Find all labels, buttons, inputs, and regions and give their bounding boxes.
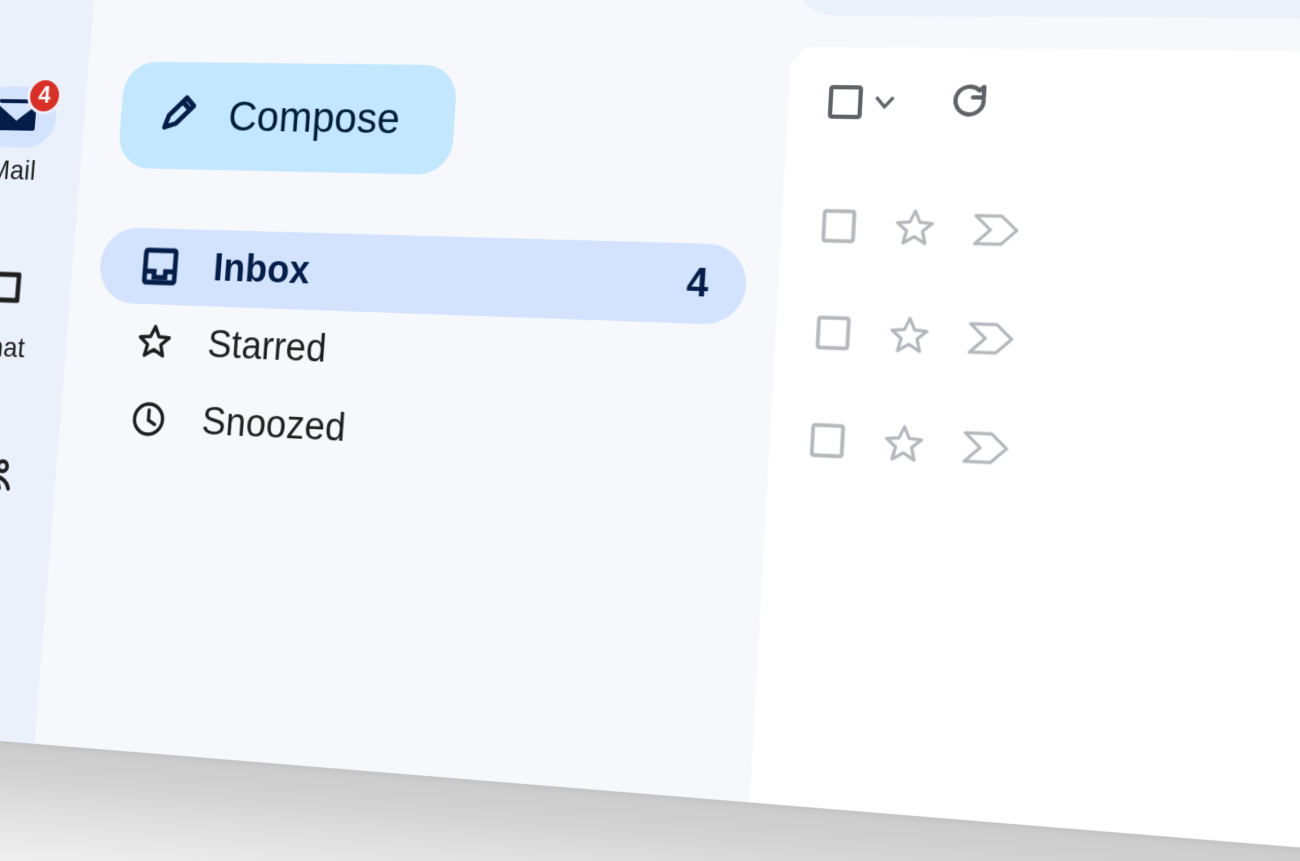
message-list [749, 46, 1300, 860]
spaces-icon [0, 447, 15, 495]
folder-label: Snoozed [200, 399, 700, 467]
row-star[interactable] [886, 312, 932, 362]
refresh-button[interactable] [948, 80, 991, 126]
rail-item-mail[interactable]: 4 Mail [0, 86, 59, 187]
row-importance[interactable] [972, 212, 1022, 251]
rail-item-label: Chat [0, 330, 26, 364]
row-importance[interactable] [967, 320, 1017, 360]
rail-item-spaces[interactable] [0, 438, 30, 504]
list-toolbar [826, 78, 1300, 134]
unread-badge: 4 [26, 77, 63, 115]
row-checkbox[interactable] [820, 207, 858, 249]
app-window: 4 Mail Chat [0, 0, 1300, 861]
row-star[interactable] [881, 420, 927, 471]
search-bar[interactable]: Search in [792, 0, 1300, 19]
row-importance[interactable] [961, 429, 1011, 470]
folder-label: Inbox [212, 246, 651, 304]
folder-label: Starred [206, 323, 705, 387]
rail-item-chat[interactable]: Chat [0, 261, 45, 365]
chat-icon [0, 268, 24, 318]
rail-item-label: Mail [0, 154, 37, 186]
folder-list: Inbox 4 Starred Snoozed [85, 226, 748, 487]
inbox-icon [139, 246, 181, 285]
row-checkbox[interactable] [814, 313, 852, 356]
content-area: Search in [749, 0, 1300, 861]
nav-sidebar: Gmail Compose Inbox 4 Starred [34, 0, 799, 802]
compose-label: Compose [227, 92, 402, 143]
checkbox-icon [827, 83, 865, 119]
select-all[interactable] [827, 83, 897, 120]
message-row[interactable] [818, 174, 1300, 300]
refresh-icon [948, 80, 991, 121]
star-icon [133, 322, 175, 362]
message-row[interactable] [806, 388, 1300, 529]
clock-icon [127, 399, 169, 439]
pencil-icon [158, 93, 198, 138]
row-checkbox[interactable] [808, 420, 847, 464]
folder-count: 4 [685, 260, 709, 306]
compose-button[interactable]: Compose [117, 61, 458, 174]
row-star[interactable] [892, 205, 937, 254]
caret-down-icon [874, 94, 896, 109]
